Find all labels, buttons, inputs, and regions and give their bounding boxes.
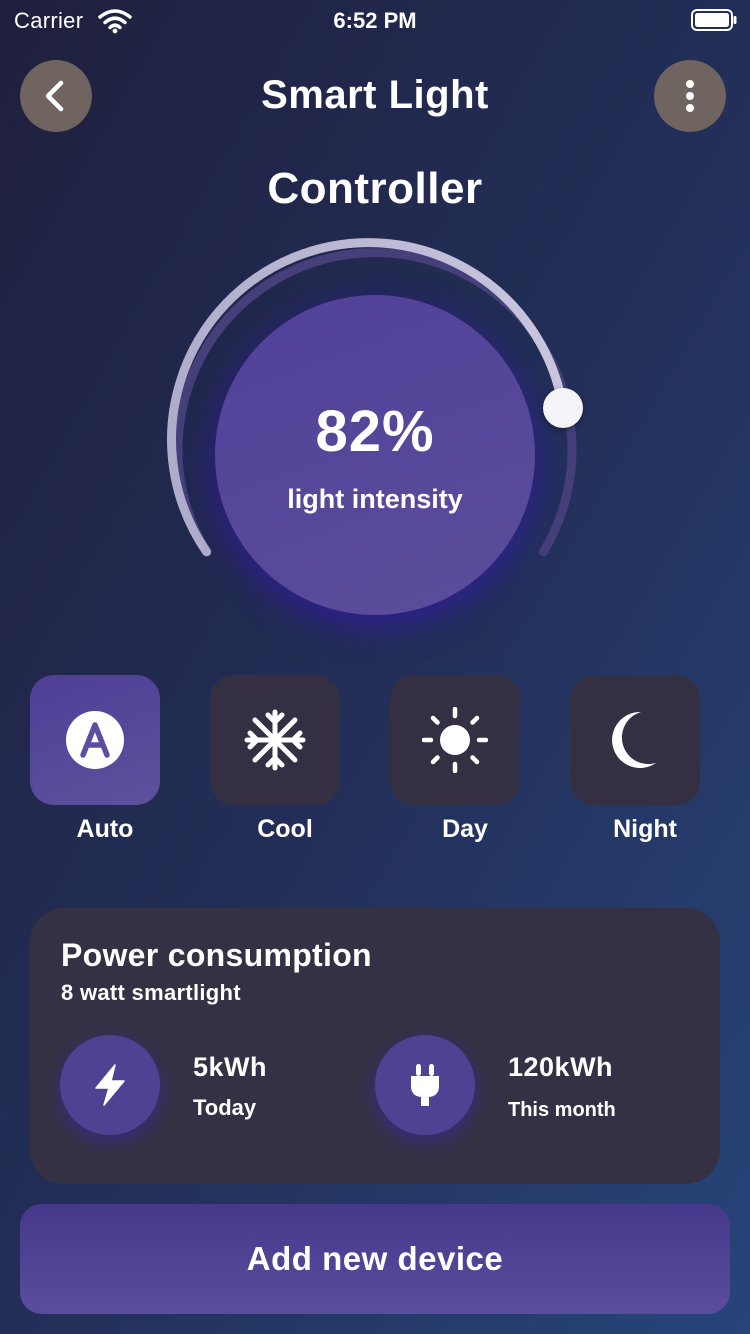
month-stat-value: 120kWh [508,1052,614,1082]
mode-day-button[interactable] [390,675,520,805]
page-title: Smart Light [261,73,489,117]
more-vertical-icon [686,80,694,112]
power-subtitle: 8 watt smartlight [61,980,241,1005]
mode-night-label: Night [613,815,677,843]
mode-auto-button[interactable] [30,675,160,805]
add-new-device-button[interactable]: Add new device [20,1204,730,1314]
month-stat-label: This month [508,1099,616,1121]
mode-night-button[interactable] [570,675,700,805]
today-stat-label: Today [193,1095,257,1120]
snowflake-icon [244,709,306,771]
more-options-button[interactable] [654,60,726,132]
intensity-label: light intensity [287,484,463,514]
power-title: Power consumption [61,937,372,973]
mode-day-label: Day [442,815,488,843]
status-time: 6:52 PM [333,8,417,33]
auto-mode-icon [66,711,124,769]
lightning-icon [95,1064,125,1106]
intensity-value: 82% [315,399,435,464]
plug-icon [411,1064,439,1106]
mode-cool-button[interactable] [210,675,340,805]
intensity-slider-knob[interactable] [543,388,583,428]
mode-auto-label: Auto [76,815,134,843]
sun-icon [422,707,488,773]
today-stat-badge [60,1035,160,1135]
mode-cool-label: Cool [257,815,313,843]
status-bar: Carrier 6:52 PM [0,0,750,40]
moon-icon [612,711,656,768]
month-stat-badge [375,1035,475,1135]
page-subtitle: Controller [267,164,483,213]
today-stat-value: 5kWh [193,1052,268,1082]
battery-icon [691,9,737,31]
